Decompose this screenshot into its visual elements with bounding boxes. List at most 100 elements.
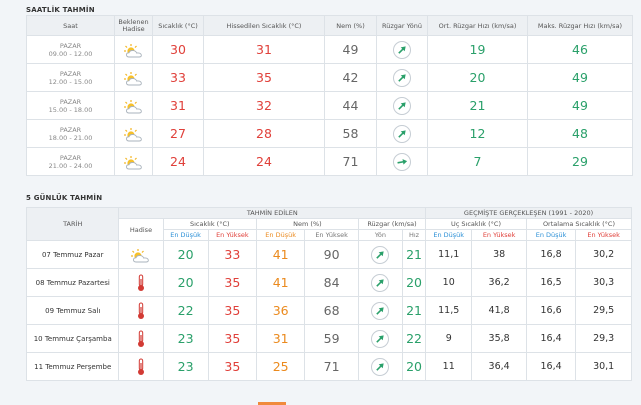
expected-cell: [114, 91, 153, 120]
max-wind-cell: 49: [527, 63, 633, 92]
day-label: PAZAR: [59, 41, 82, 50]
humidity-cell: 71: [324, 147, 377, 176]
col-avg-wind: Ort. Rüzgar Hızı (km/sa): [427, 15, 528, 36]
table-row: PAZAR 21.00 - 24.00 24 24 71 7 29: [26, 147, 633, 176]
col-expected: Beklenen Hadise: [114, 15, 153, 36]
table-row: PAZAR 18.00 - 21.00 27 28 58 12 48: [26, 119, 633, 148]
wind-direction-icon: [393, 97, 411, 116]
table-row: 07 Temmuz Pazar 20 33 41 90 21 11,1 38 16,8 30,2: [25, 240, 632, 269]
col-max-wind: Maks. Rüzgar Hızı (km/sa): [527, 15, 633, 36]
col-ext-high: En Yüksek: [471, 229, 527, 241]
hum-max-cell: 71: [304, 352, 359, 381]
col-history-group: GEÇMİŞTE GERÇEKLEŞEN (1991 - 2020): [425, 207, 632, 219]
feels-cell: 31: [203, 35, 325, 64]
period-label: 21.00 - 24.00: [48, 161, 93, 170]
wind-speed-cell: 21: [401, 240, 427, 269]
period-label: 18.00 - 21.00: [48, 133, 93, 142]
wind-direction-icon: [393, 41, 411, 60]
wind-dir-cell: [357, 240, 403, 269]
temp-cell: 30: [152, 35, 204, 64]
time-cell: PAZAR 12.00 - 15.00: [26, 63, 115, 92]
partly-cloudy-icon: [123, 43, 142, 57]
col-temp: Sıcaklık (°C): [152, 15, 204, 36]
feels-cell: 35: [203, 63, 325, 92]
temp-cell: 24: [152, 147, 204, 176]
ext-max-cell: 36,2: [471, 268, 527, 297]
max-wind-cell: 29: [527, 147, 633, 176]
wind-direction-icon: [393, 153, 411, 172]
ext-min-cell: 9: [425, 324, 473, 353]
avg-max-cell: 30,2: [575, 240, 632, 269]
event-cell: [118, 268, 164, 297]
hum-min-cell: 36: [255, 296, 306, 325]
wind-direction-icon: [371, 274, 390, 293]
avg-wind-cell: 12: [427, 119, 528, 148]
wind-dir-cell: [357, 296, 403, 325]
ext-min-cell: 11: [425, 352, 473, 381]
day-label: PAZAR: [59, 69, 82, 78]
wind-direction-icon: [393, 69, 411, 88]
wind-dir-cell: [376, 63, 428, 92]
col-temp-group: Sıcaklık (°C): [162, 218, 258, 230]
wind-direction-icon: [371, 302, 390, 321]
hum-min-cell: 25: [255, 352, 306, 381]
temp-max-cell: 35: [207, 296, 258, 325]
avg-min-cell: 16,4: [525, 324, 577, 353]
col-avg-low: En Düşük: [525, 229, 577, 241]
col-feels: Hissedilen Sıcaklık (°C): [203, 15, 325, 36]
avg-max-cell: 29,3: [575, 324, 632, 353]
time-cell: PAZAR 18.00 - 21.00: [26, 119, 115, 148]
wind-dir-cell: [376, 91, 428, 120]
col-hum-high: En Yüksek: [304, 229, 359, 241]
col-hum-low: En Düşük: [255, 229, 306, 241]
table-row: 10 Temmuz Çarşamba 23 35 31 59 22 9 35,8 16,4 29,…: [25, 324, 632, 353]
humidity-cell: 44: [324, 91, 377, 120]
wind-dir-cell: [357, 268, 403, 297]
day-label: PAZAR: [59, 125, 82, 134]
col-wind-group: Rüzgar (km/sa): [357, 218, 427, 230]
date-cell: 07 Temmuz Pazar: [25, 240, 120, 269]
wind-dir-cell: [357, 352, 403, 381]
temp-cell: 27: [152, 119, 204, 148]
col-time: Saat: [26, 15, 115, 36]
wind-speed-cell: 22: [401, 324, 427, 353]
hum-max-cell: 59: [304, 324, 359, 353]
col-event: Hadise: [118, 218, 164, 241]
hum-min-cell: 41: [255, 240, 306, 269]
day-label: PAZAR: [59, 153, 82, 162]
event-cell: [118, 296, 164, 325]
date-cell: 10 Temmuz Çarşamba: [25, 324, 120, 353]
time-cell: PAZAR 15.00 - 18.00: [26, 91, 115, 120]
col-extreme-group: Uç Sıcaklık (°C): [425, 218, 527, 230]
wind-direction-icon: [371, 358, 390, 377]
avg-max-cell: 29,5: [575, 296, 632, 325]
wind-direction-icon: [393, 125, 411, 144]
hum-max-cell: 84: [304, 268, 359, 297]
ext-min-cell: 11,5: [425, 296, 473, 325]
hum-max-cell: 68: [304, 296, 359, 325]
day-label: PAZAR: [59, 97, 82, 106]
ext-min-cell: 11,1: [425, 240, 473, 269]
max-wind-cell: 46: [527, 35, 633, 64]
temp-min-cell: 20: [162, 268, 209, 297]
hourly-forecast-table: Saat Beklenen Hadise Sıcaklık (°C) Hisse…: [26, 15, 633, 176]
temp-max-cell: 35: [207, 324, 258, 353]
wind-dir-cell: [376, 119, 428, 148]
partly-cloudy-icon: [130, 248, 149, 262]
humidity-cell: 49: [324, 35, 377, 64]
temp-cell: 31: [152, 91, 204, 120]
humidity-cell: 58: [324, 119, 377, 148]
temp-min-cell: 23: [162, 352, 209, 381]
table-row: PAZAR 15.00 - 18.00 31 32 44 21 49: [26, 91, 633, 120]
avg-min-cell: 16,5: [525, 268, 577, 297]
hum-min-cell: 31: [255, 324, 306, 353]
temp-min-cell: 22: [162, 296, 209, 325]
max-wind-cell: 49: [527, 91, 633, 120]
partly-cloudy-icon: [123, 99, 142, 113]
expected-cell: [114, 35, 153, 64]
daily-section-title: 5 GÜNLÜK TAHMİN: [26, 194, 103, 202]
temp-max-cell: 35: [207, 268, 258, 297]
avg-wind-cell: 21: [427, 91, 528, 120]
wind-speed-cell: 20: [401, 268, 427, 297]
table-row: 08 Temmuz Pazartesi 20 35 41 84 20 10 36,2 16,5 3…: [25, 268, 632, 297]
